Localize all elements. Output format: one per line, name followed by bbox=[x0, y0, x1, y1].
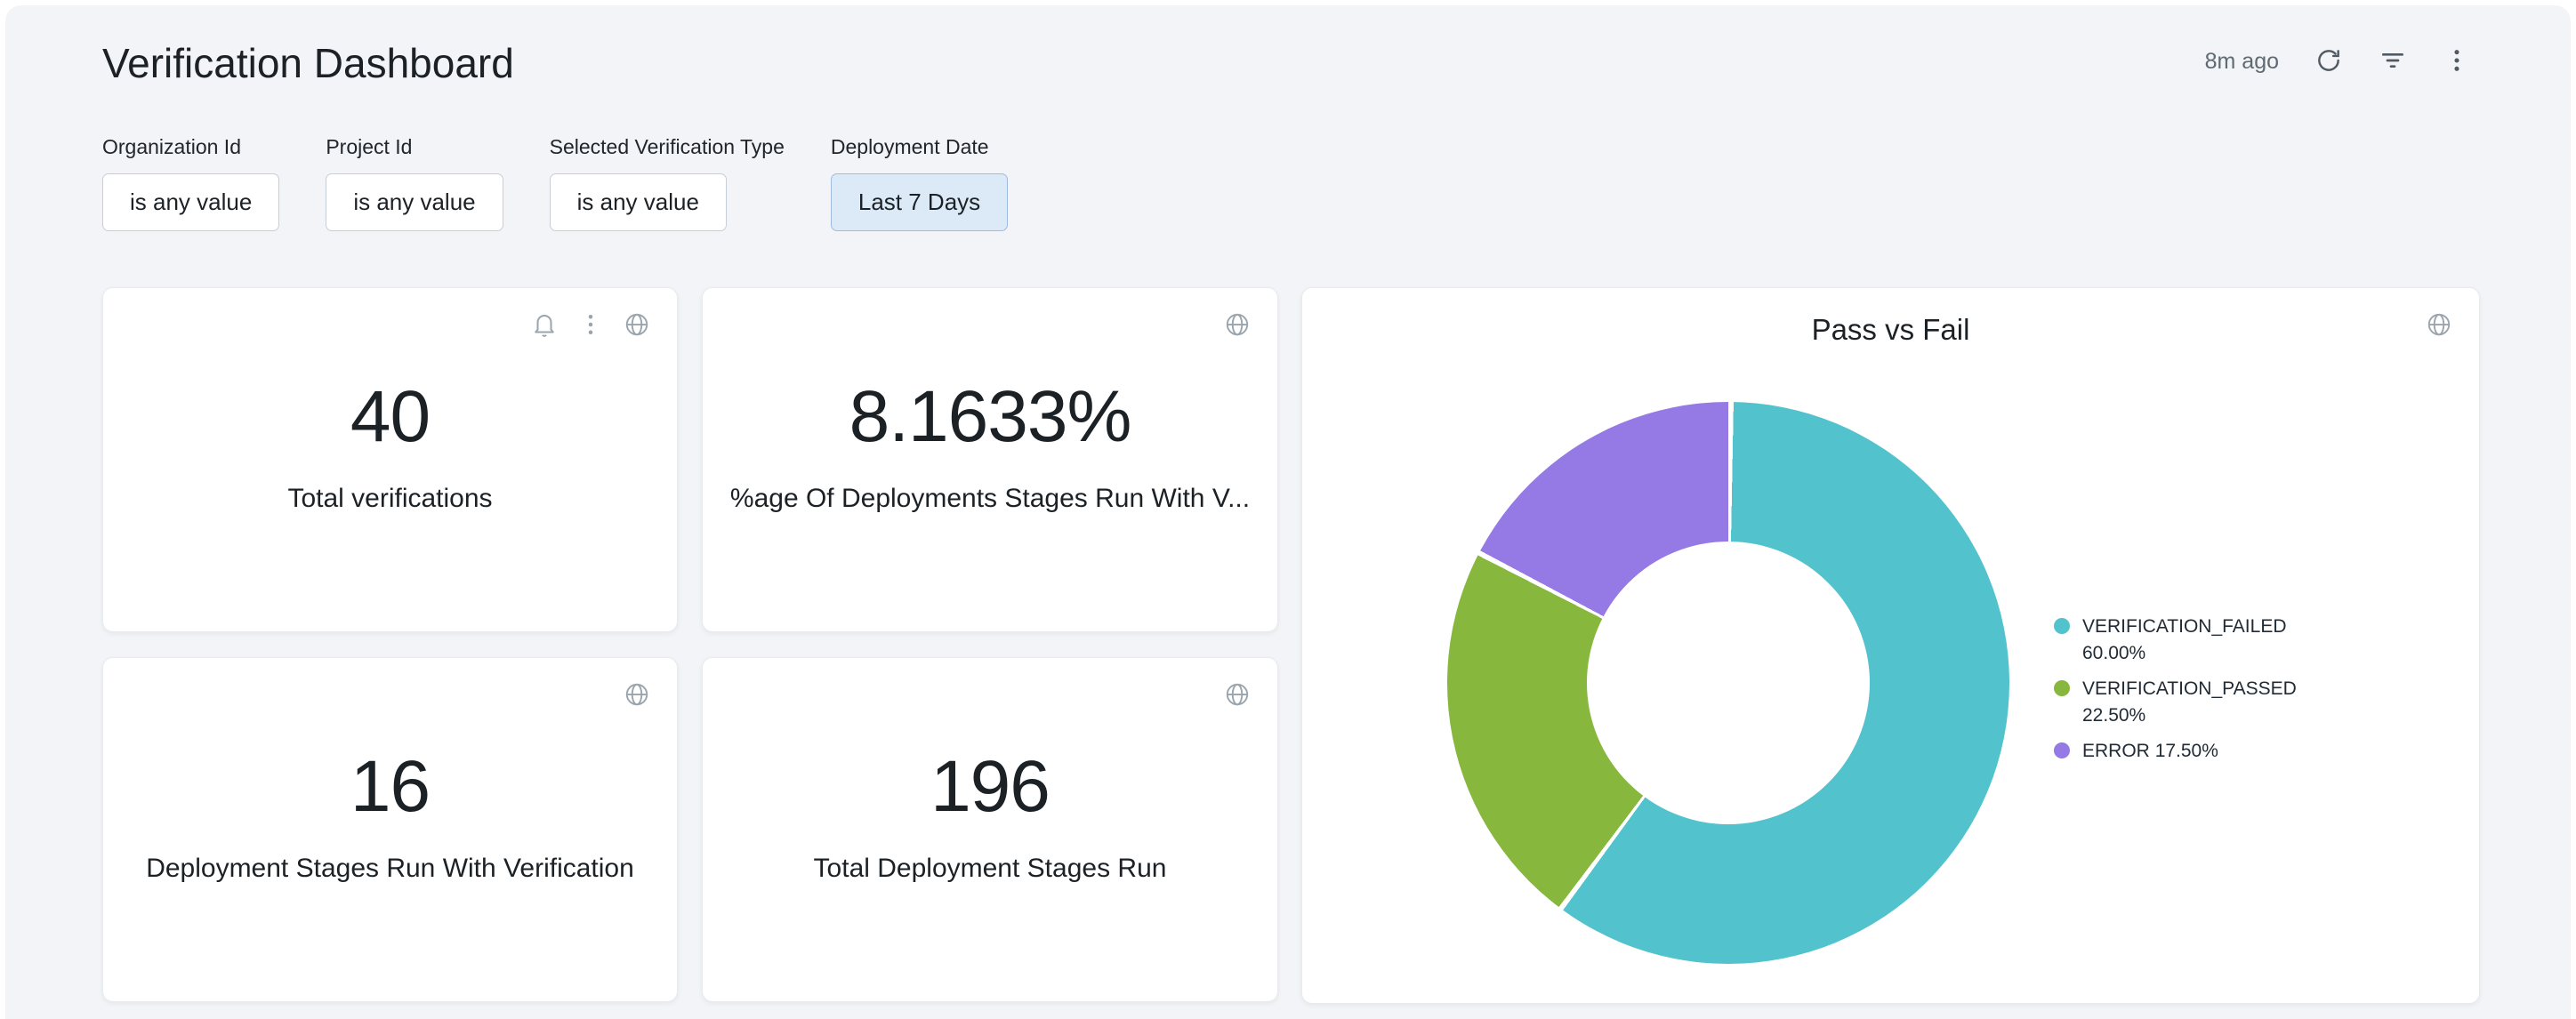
globe-icon[interactable] bbox=[624, 681, 650, 708]
alert-bell-icon[interactable] bbox=[531, 311, 558, 338]
legend-item-verification-passed[interactable]: VERIFICATION_PASSED 22.50% bbox=[2054, 676, 2331, 729]
tile-percentage-stages: 8.1633% %age Of Deployments Stages Run W… bbox=[702, 287, 1278, 632]
filter-list-icon bbox=[2379, 46, 2407, 77]
legend-swatch bbox=[2054, 618, 2070, 634]
tile-kebab-menu-icon[interactable] bbox=[577, 311, 604, 338]
legend-swatch bbox=[2054, 680, 2070, 696]
legend-label: ERROR bbox=[2082, 741, 2150, 761]
legend-item-error[interactable]: ERROR 17.50% bbox=[2054, 738, 2331, 765]
tile-label: %age Of Deployments Stages Run With V... bbox=[730, 484, 1250, 514]
refresh-button[interactable] bbox=[2314, 46, 2343, 77]
legend-item-verification-failed[interactable]: VERIFICATION_FAILED 60.00% bbox=[2054, 614, 2331, 667]
legend-swatch bbox=[2054, 742, 2070, 758]
tile-icon-row bbox=[531, 311, 650, 338]
filter-verification-type-value[interactable]: is any value bbox=[550, 173, 727, 231]
kebab-menu-icon bbox=[2443, 46, 2471, 77]
chart-title: Pass vs Fail bbox=[1302, 313, 2479, 347]
legend-text: VERIFICATION_PASSED 22.50% bbox=[2082, 676, 2331, 729]
header-actions: 8m ago bbox=[2205, 46, 2471, 77]
legend-label: VERIFICATION_FAILED bbox=[2082, 616, 2287, 637]
filter-organization-id: Organization Id is any value bbox=[102, 135, 279, 231]
tile-label: Total Deployment Stages Run bbox=[814, 854, 1167, 884]
tile-icon-row bbox=[1224, 311, 1251, 338]
globe-icon[interactable] bbox=[1224, 311, 1251, 338]
tile-value: 8.1633% bbox=[849, 381, 1131, 453]
legend-percent: 17.50% bbox=[2155, 741, 2218, 761]
filter-deployment-date: Deployment Date Last 7 Days bbox=[831, 135, 1008, 231]
tile-icon-row bbox=[1224, 681, 1251, 708]
donut-chart[interactable] bbox=[1447, 402, 2009, 964]
tile-total-verifications: 40 Total verifications bbox=[102, 287, 678, 632]
tile-value: 40 bbox=[350, 381, 430, 453]
more-options-button[interactable] bbox=[2443, 46, 2471, 77]
legend-percent: 22.50% bbox=[2082, 705, 2145, 726]
legend-label: VERIFICATION_PASSED bbox=[2082, 678, 2297, 699]
filter-label: Selected Verification Type bbox=[550, 135, 785, 159]
tile-value: 16 bbox=[350, 750, 430, 823]
tile-icon-row bbox=[624, 681, 650, 708]
filter-project-id-value[interactable]: is any value bbox=[326, 173, 503, 231]
tile-label: Total verifications bbox=[287, 484, 492, 514]
refresh-icon bbox=[2314, 46, 2343, 77]
filter-bar: Organization Id is any value Project Id … bbox=[102, 135, 1008, 231]
legend-text: ERROR 17.50% bbox=[2082, 738, 2218, 765]
chart-pass-vs-fail: Pass vs Fail VERIFICATION_FAILED 60.00% … bbox=[1301, 287, 2480, 1004]
legend-text: VERIFICATION_FAILED 60.00% bbox=[2082, 614, 2331, 667]
filter-button[interactable] bbox=[2379, 46, 2407, 77]
globe-icon[interactable] bbox=[624, 311, 650, 338]
filter-verification-type: Selected Verification Type is any value bbox=[550, 135, 785, 231]
tile-value: 196 bbox=[930, 750, 1050, 823]
filter-project-id: Project Id is any value bbox=[326, 135, 503, 231]
chart-legend: VERIFICATION_FAILED 60.00% VERIFICATION_… bbox=[2054, 614, 2331, 765]
donut-hole bbox=[1587, 542, 1870, 824]
filter-label: Project Id bbox=[326, 135, 503, 159]
globe-icon[interactable] bbox=[1224, 681, 1251, 708]
filter-label: Organization Id bbox=[102, 135, 279, 159]
tile-stages-with-verification: 16 Deployment Stages Run With Verificati… bbox=[102, 657, 678, 1002]
filter-label: Deployment Date bbox=[831, 135, 1008, 159]
tile-total-stages-run: 196 Total Deployment Stages Run bbox=[702, 657, 1278, 1002]
page-title: Verification Dashboard bbox=[102, 39, 514, 88]
filter-deployment-date-value[interactable]: Last 7 Days bbox=[831, 173, 1008, 231]
tile-label: Deployment Stages Run With Verification bbox=[146, 854, 634, 884]
legend-percent: 60.00% bbox=[2082, 643, 2145, 663]
filter-organization-id-value[interactable]: is any value bbox=[102, 173, 279, 231]
last-refresh-timestamp: 8m ago bbox=[2205, 49, 2279, 75]
